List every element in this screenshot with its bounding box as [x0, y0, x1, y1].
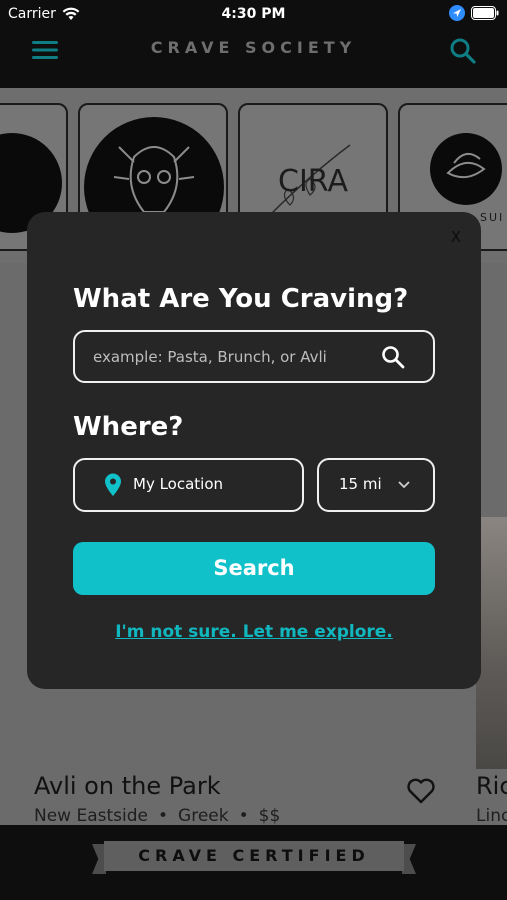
meta-separator: •: [238, 806, 249, 826]
status-bar: Carrier 4:30 PM: [0, 0, 507, 28]
nav-bar: CRAVE SOCIETY: [0, 28, 507, 88]
craving-heading: What Are You Craving?: [73, 284, 409, 314]
where-heading: Where?: [73, 412, 184, 442]
location-field[interactable]: My Location: [73, 458, 304, 512]
craving-search-field[interactable]: [73, 330, 435, 383]
cira-logo-text: CIRA: [278, 164, 348, 199]
location-pin-icon: [105, 473, 121, 496]
bottom-bar: CRAVE CERTIFIED: [0, 825, 507, 900]
listing-name[interactable]: Avli on the Park: [34, 772, 221, 800]
location-label: My Location: [133, 475, 224, 493]
listing-price: $$: [258, 806, 281, 826]
search-button[interactable]: Search: [73, 542, 435, 595]
search-icon[interactable]: [449, 37, 477, 65]
meta-separator: •: [158, 806, 169, 826]
battery-icon: [471, 6, 499, 20]
listing-neighborhood: Linc: [476, 806, 507, 826]
distance-select[interactable]: 15 mi: [317, 458, 435, 512]
restaurant-logo: [430, 133, 502, 205]
craving-search-modal: X What Are You Craving? Where? My Locati…: [27, 212, 481, 689]
app-title: CRAVE SOCIETY: [150, 38, 357, 57]
close-button[interactable]: X: [451, 228, 461, 246]
chevron-down-icon: [398, 481, 410, 489]
card-caption: SUI: [480, 211, 505, 224]
crave-certified-banner[interactable]: CRAVE CERTIFIED: [104, 841, 404, 871]
location-arrow-icon: [449, 5, 465, 21]
heart-icon[interactable]: [406, 777, 436, 805]
status-right: [449, 5, 499, 21]
listing-cuisine: Greek: [178, 806, 229, 826]
status-time: 4:30 PM: [221, 6, 286, 22]
listing-name[interactable]: Ric: [476, 772, 507, 800]
distance-value: 15 mi: [339, 475, 382, 493]
search-icon[interactable]: [381, 345, 405, 369]
listing-meta: New Eastside • Greek • $$: [34, 806, 280, 826]
craving-search-input[interactable]: [93, 344, 383, 370]
banner-ribbon-right: [402, 844, 416, 874]
fish-logo-icon: [446, 152, 486, 179]
explore-link[interactable]: I'm not sure. Let me explore.: [27, 622, 481, 642]
listing-neighborhood: New Eastside: [34, 806, 148, 826]
